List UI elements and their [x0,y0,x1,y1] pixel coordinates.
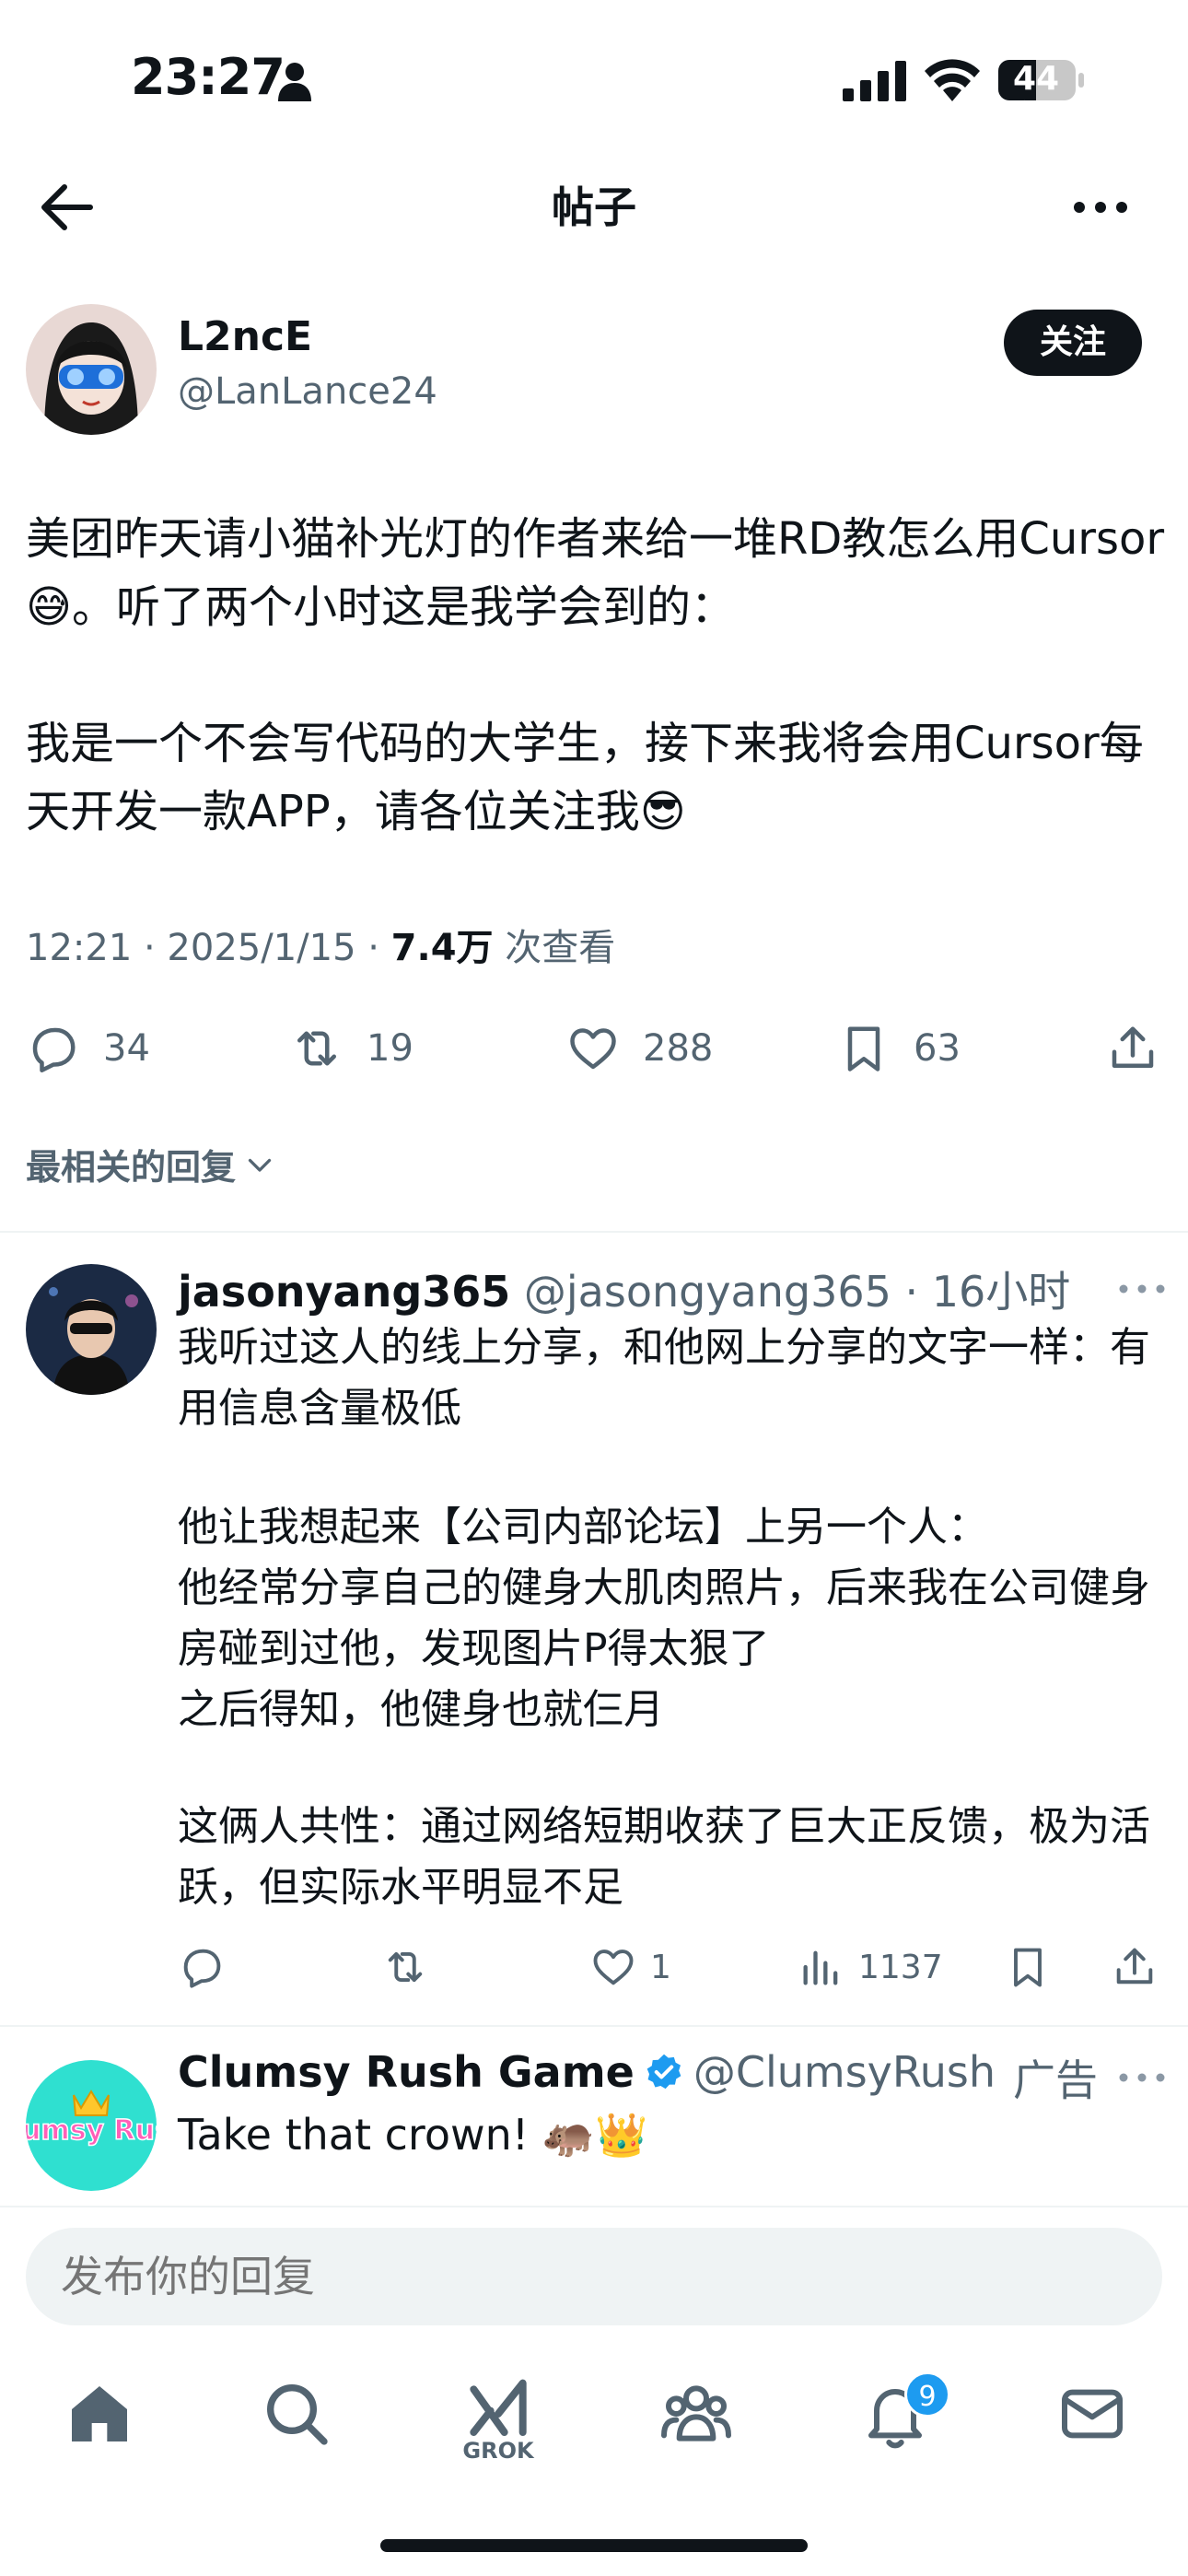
repost-action[interactable]: 19 [289,1012,413,1085]
chevron-down-icon [248,1158,272,1172]
page-title: 帖子 [552,182,636,232]
reply-text-paragraph: 他让我想起来【公司内部论坛】上另一个人： 他经常分享自己的健身大肌肉照片，后来我… [178,1504,1150,1733]
bookmark-action[interactable]: 63 [836,1012,961,1085]
reply-icon [32,1027,76,1072]
more-horizontal-icon[interactable] [1114,1275,1170,1303]
post-text-paragraph: 我是一个不会写代码的大学生，接下来我将会用Cursor每天开发一款APP，请各位… [26,718,1144,837]
reply-composer-input[interactable] [26,2228,1162,2325]
like-action[interactable]: 288 [565,1012,713,1085]
verified-badge-icon [646,2054,681,2090]
search-icon[interactable] [260,2377,333,2451]
more-horizontal-icon[interactable] [1114,2064,1170,2091]
like-count: 288 [643,1027,714,1070]
ad-label: 广告 [1013,2055,1098,2105]
ad-author-name[interactable]: Clumsy Rush Game [178,2047,635,2097]
bookmark-icon [847,1026,880,1071]
repost-count: 19 [367,1027,413,1070]
reply-views-action[interactable]: 1137 [798,1935,943,1999]
share-icon [1116,1948,1153,1985]
author-name[interactable]: L2ncE [178,313,312,360]
post-timestamp: 12:21 · 2025/1/15 · [26,927,391,969]
sort-replies-dropdown[interactable]: 最相关的回复 [26,1139,276,1189]
ad-avatar[interactable]: Clumsy Rush [26,2060,157,2191]
post-view-count[interactable]: 7.4万 [391,927,494,969]
ad-avatar-logo-text: Clumsy Rush [26,2114,157,2147]
person-icon [278,63,311,101]
heart-icon [570,1028,616,1070]
reply-author-handle[interactable]: @jasongyang365 [510,1267,891,1317]
reply-text-paragraph: 我听过这人的线上分享，和他网上分享的文字一样：有用信息含量极低 [178,1324,1150,1432]
follow-button[interactable]: 关注 [1004,310,1142,376]
divider [0,1231,1188,1233]
reply-repost-action[interactable] [381,1935,429,1999]
wifi-icon [925,59,980,101]
reply-timestamp: · 16小时 [891,1267,1071,1317]
share-action[interactable] [1105,1012,1160,1085]
reply-action[interactable]: 34 [26,1012,150,1085]
post-text-paragraph: 美团昨天请小猫补光灯的作者来给一堆RD教怎么用Cursor😅。听了两个小时这是我… [26,513,1165,633]
reply-reply-action[interactable] [178,1935,226,1999]
reply-bookmark-action[interactable] [1004,1935,1052,1999]
communities-icon[interactable] [659,2377,733,2451]
ad-header: Clumsy Rush Game @ClumsyRush [178,2047,996,2097]
repost-icon [388,1951,423,1983]
bookmark-count: 63 [914,1027,961,1070]
ad-text: Take that crown! 🦛👑 [178,2110,648,2160]
reply-share-action[interactable] [1111,1935,1159,1999]
analytics-icon [803,1950,838,1985]
reply-like-action[interactable]: 1 [589,1935,671,1999]
grok-label: GROK [462,2438,534,2464]
author-avatar[interactable] [26,304,157,435]
reply-header: jasonyang365 @jasongyang365 · 16小时 [178,1259,1070,1319]
reply-author-name[interactable]: jasonyang365 [178,1267,510,1317]
reply-icon [183,1949,221,1988]
sort-label: 最相关的回复 [26,1147,237,1188]
repost-icon [297,1031,336,1066]
notification-badge: 9 [904,2371,950,2418]
signal-icon [843,61,906,101]
home-icon[interactable] [63,2377,136,2451]
reply-text-paragraph: 这俩人共性：通过网络短期收获了巨大正反馈，极为活跃，但实际水平明显不足 [178,1803,1150,1911]
divider [0,2025,1188,2027]
post-views-label: 次查看 [493,927,616,969]
bookmark-icon [1014,1948,1042,1987]
post-meta: 12:21 · 2025/1/15 · 7.4万 次查看 [26,918,615,971]
messages-icon[interactable] [1055,2377,1129,2451]
status-bar: 23:27 44 [0,0,1188,157]
divider [0,2206,1188,2207]
more-horizontal-icon[interactable] [1070,189,1131,226]
author-handle[interactable]: @LanLance24 [178,370,437,413]
reply-avatar[interactable] [26,1264,157,1395]
reply-like-count: 1 [650,1948,671,1986]
reply-view-count: 1137 [858,1948,943,1986]
ad-author-handle[interactable]: @ClumsyRush [693,2047,996,2097]
share-icon [1112,1026,1154,1068]
reply-count: 34 [103,1027,150,1070]
home-indicator [380,2539,808,2552]
status-time: 23:27 [131,48,285,106]
battery-level: 44 [1012,60,1060,98]
heart-icon [593,1950,634,1985]
